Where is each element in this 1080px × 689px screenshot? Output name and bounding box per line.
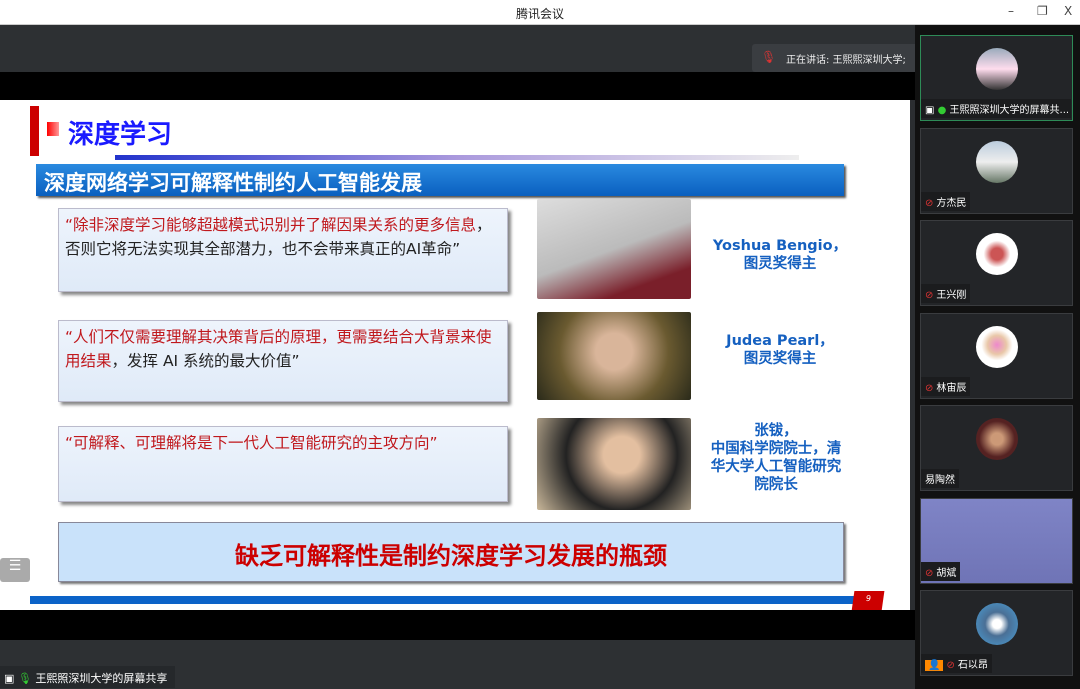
list-icon[interactable]: ☰ [0, 558, 30, 582]
mic-icon: 🎙 [17, 672, 32, 685]
caption-name: 张钹， [754, 423, 798, 439]
restore-button[interactable]: ❐ [1037, 4, 1048, 18]
conclusion-box: 缺乏可解释性是制约深度学习发展的瓶颈 [58, 522, 844, 582]
speaking-label: 正在讲话: 王熙熙深圳大学; [786, 55, 906, 66]
quote-highlight: “除非深度学习能够超越模式识别并了解因果关系的更多信息 [65, 216, 477, 234]
title-bullet [47, 122, 59, 136]
mic-muted-icon: ⊘ [925, 198, 934, 209]
participant-tile[interactable]: 👤 ⊘ 石以昂 [920, 590, 1073, 676]
mic-muted-icon: ⊘ [925, 568, 934, 579]
letterbox-bottom [0, 610, 915, 640]
participant-name: 方杰民 [936, 198, 967, 209]
window-title: 腾讯会议 [515, 7, 564, 21]
caption-bengio: Yoshua Bengio， 图灵奖得主 [700, 237, 860, 273]
slide-subtitle: 深度网络学习可解释性制约人工智能发展 [36, 164, 844, 196]
letterbox-top [0, 72, 915, 100]
mic-muted-icon: ⊘ [946, 660, 955, 671]
mic-icon: ● [937, 105, 950, 116]
participant-tile[interactable]: ⊘ 王兴刚 [920, 220, 1073, 306]
footer-bar [30, 596, 856, 604]
title-accent-bar [30, 106, 39, 156]
screen-share-label: ▣ 🎙 王熙照深圳大学的屏幕共享 [0, 666, 176, 688]
portrait-pearl [537, 312, 691, 400]
participant-name: 林宙辰 [936, 383, 967, 394]
share-label-text: 王熙照深圳大学的屏幕共享 [35, 672, 168, 685]
caption-title: 图灵奖得主 [743, 351, 817, 367]
participant-name: 易陶然 [925, 475, 955, 486]
slide-title: 深度学习 [68, 120, 173, 150]
quote-box: “可解释、可理解将是下一代人工智能研究的主攻方向” [58, 426, 508, 502]
avatar [976, 603, 1018, 645]
caption-name: Judea Pearl， [726, 333, 834, 349]
portrait-bengio [537, 199, 691, 299]
close-button[interactable]: X [1064, 4, 1072, 18]
participant-name: 石以昂 [957, 660, 988, 671]
caption-title: 中国科学院院士，清华大学人工智能研究院院长 [710, 441, 842, 493]
mic-muted-icon: ⊘ [925, 290, 934, 301]
mic-muted-icon: 🎙 [761, 50, 777, 64]
page-number: 9 [851, 591, 885, 610]
minimize-button[interactable]: – [1008, 4, 1014, 18]
caption-name: Yoshua Bengio， [712, 238, 848, 254]
quote-highlight: “可解释、可理解将是下一代人工智能研究的主攻方向” [65, 434, 438, 452]
avatar [976, 48, 1018, 90]
caption-title: 图灵奖得主 [743, 256, 817, 272]
avatar [976, 233, 1018, 275]
participant-tile[interactable]: ▣ ● 王熙照深圳大学的屏幕共... [920, 35, 1073, 121]
participant-name: 王熙照深圳大学的屏幕共... [949, 105, 1070, 116]
participant-name: 王兴刚 [936, 290, 967, 301]
portrait-zhang [537, 418, 691, 510]
shared-slide: 深度学习 深度网络学习可解释性制约人工智能发展 “除非深度学习能够超越模式识别并… [0, 100, 910, 610]
quote-box: “除非深度学习能够超越模式识别并了解因果关系的更多信息，否则它将无法实现其全部潜… [58, 208, 508, 292]
screen-share-icon: ▣ [4, 672, 15, 685]
participant-name: 胡斌 [936, 568, 957, 579]
caption-pearl: Judea Pearl， 图灵奖得主 [700, 332, 860, 368]
screen-share-icon: ▣ [925, 105, 938, 116]
caption-zhang: 张钹， 中国科学院院士，清华大学人工智能研究院院长 [708, 422, 844, 494]
participant-tile[interactable]: ⊘ 方杰民 [920, 128, 1073, 214]
participant-tile[interactable]: ⊘ 胡斌 [920, 498, 1073, 584]
avatar [976, 326, 1018, 368]
quote-text: ，发挥 AI 系统的最大价值” [111, 352, 300, 370]
avatar [976, 418, 1018, 460]
title-underline [115, 155, 799, 160]
mic-muted-icon: ⊘ [925, 383, 934, 394]
participant-panel[interactable]: ▣ ● 王熙照深圳大学的屏幕共... ⊘ 方杰民 ⊘ 王兴刚 ⊘ 林宙辰 易陶然 ⊘ 胡… [915, 25, 1080, 689]
quote-box: “人们不仅需要理解其决策背后的原理，更需要结合大背景来使用结果，发挥 AI 系统… [58, 320, 508, 402]
participant-tile[interactable]: 易陶然 [920, 405, 1073, 491]
host-icon: 👤 [925, 660, 944, 671]
window-titlebar: 腾讯会议 – ❐ X [0, 0, 1080, 25]
avatar [976, 141, 1018, 183]
participant-tile[interactable]: ⊘ 林宙辰 [920, 313, 1073, 399]
